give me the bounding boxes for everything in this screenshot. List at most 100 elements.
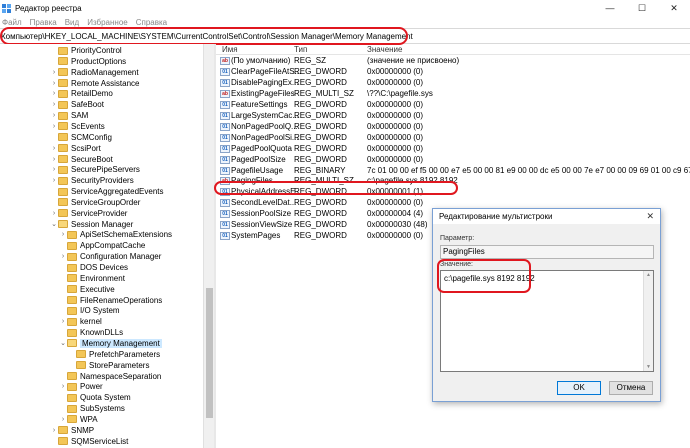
expand-chevron-icon[interactable]: › — [50, 427, 58, 434]
value-row[interactable]: ab ExistingPageFiles REG_MULTI_SZ \??\C:\pa… — [216, 89, 690, 100]
value-row[interactable]: ab (По умолчанию) REG_SZ (значение не присв… — [216, 56, 690, 67]
tree-item[interactable]: DOS Devices — [59, 262, 128, 273]
tree-item[interactable]: › ScEvents — [50, 121, 105, 132]
value-text[interactable]: c:\pagefile.sys 8192 8192 — [444, 274, 535, 283]
menu-edit[interactable]: Правка — [30, 18, 57, 27]
expand-chevron-icon[interactable]: › — [59, 416, 67, 423]
expand-chevron-icon[interactable]: › — [50, 90, 58, 97]
value-row[interactable]: 01 NonPagedPoolQ... REG_DWORD 0x00000000 (0… — [216, 122, 690, 133]
registry-tree[interactable]: PriorityControl ProductOptions › RadioManag… — [0, 44, 215, 448]
tree-item-label: SAM — [71, 111, 89, 121]
tree-scrollbar[interactable] — [203, 44, 214, 448]
tree-item[interactable]: › Configuration Manager — [59, 251, 162, 262]
tree-item[interactable]: ServiceGroupOrder — [50, 197, 140, 208]
value-row[interactable]: ab PagingFiles REG_MULTI_SZ c:\pagefile.sys… — [216, 176, 690, 187]
tree-item[interactable]: ProductOptions — [50, 56, 126, 67]
expand-chevron-icon[interactable]: ⌄ — [59, 339, 67, 347]
expand-chevron-icon[interactable]: › — [50, 123, 58, 130]
tree-item[interactable]: › ServiceProvider — [50, 208, 128, 219]
value-row[interactable]: 01 PagedPoolQuota REG_DWORD 0x00000000 (0) — [216, 144, 690, 155]
expand-chevron-icon[interactable]: › — [59, 231, 67, 238]
expand-chevron-icon[interactable]: › — [50, 145, 58, 152]
scroll-up-icon[interactable]: ▲ — [646, 272, 651, 278]
tree-item[interactable]: StoreParameters — [68, 360, 149, 371]
value-row[interactable]: 01 FeatureSettings REG_DWORD 0x00000000 (0) — [216, 100, 690, 111]
menu-file[interactable]: Файл — [2, 18, 22, 27]
expand-chevron-icon[interactable]: › — [50, 101, 58, 108]
tree-item[interactable]: SQMServiceList — [50, 436, 128, 447]
dialog-titlebar: Редактирование мультистроки ✕ — [433, 209, 660, 224]
value-type: REG_DWORD — [294, 66, 347, 76]
expand-chevron-icon[interactable]: › — [50, 210, 58, 217]
expand-chevron-icon[interactable]: › — [50, 156, 58, 163]
tree-item[interactable]: › RadioManagement — [50, 67, 139, 78]
tree-item[interactable]: › SecureBoot — [50, 154, 113, 165]
tree-item[interactable]: Quota System — [59, 392, 131, 403]
tree-item[interactable]: › WPA — [59, 414, 98, 425]
tree-item[interactable]: Environment — [59, 273, 125, 284]
tree-item-label: Configuration Manager — [80, 252, 162, 262]
maximize-button[interactable]: ☐ — [626, 0, 658, 16]
tree-item[interactable]: › SecurityProviders — [50, 175, 134, 186]
tree-item[interactable]: ⌄ Memory Management — [59, 338, 162, 349]
expand-chevron-icon[interactable]: › — [59, 383, 67, 390]
expand-chevron-icon[interactable]: ⌄ — [50, 220, 58, 228]
tree-item[interactable]: KnownDLLs — [59, 327, 123, 338]
tree-item[interactable]: › SecurePipeServers — [50, 164, 140, 175]
menu-favorites[interactable]: Избранное — [87, 18, 128, 27]
tree-item[interactable]: › ApiSetSchemaExtensions — [59, 229, 172, 240]
ok-button[interactable]: OK — [557, 381, 601, 395]
address-path[interactable]: Компьютер\HKEY_LOCAL_MACHINE\SYSTEM\Curr… — [0, 32, 413, 41]
dialog-close-icon[interactable]: ✕ — [646, 211, 654, 222]
column-data-header[interactable]: Значение — [367, 45, 402, 54]
value-row[interactable]: 01 ClearPageFileAtS... REG_DWORD 0x00000000… — [216, 67, 690, 78]
tree-item[interactable]: PrefetchParameters — [68, 349, 160, 360]
minimize-button[interactable]: — — [594, 0, 626, 16]
tree-item[interactable]: AppCompatCache — [59, 240, 145, 251]
expand-chevron-icon[interactable]: › — [59, 318, 67, 325]
column-name-header[interactable]: Имя — [222, 45, 238, 54]
value-row[interactable]: 01 NonPagedPoolSi... REG_DWORD 0x00000000 (… — [216, 133, 690, 144]
expand-chevron-icon[interactable]: › — [50, 112, 58, 119]
tree-item[interactable]: I/O System — [59, 305, 120, 316]
tree-item[interactable]: ServiceAggregatedEvents — [50, 186, 164, 197]
expand-chevron-icon[interactable]: › — [50, 177, 58, 184]
tree-item[interactable]: SCMConfig — [50, 132, 112, 143]
value-data: 0x00000000 (0) — [367, 231, 424, 241]
scroll-down-icon[interactable]: ▼ — [646, 364, 651, 370]
tree-item[interactable]: PriorityControl — [50, 45, 122, 56]
folder-icon — [67, 372, 77, 380]
expand-chevron-icon[interactable]: › — [50, 80, 58, 87]
expand-chevron-icon[interactable]: › — [50, 166, 58, 173]
tree-item[interactable]: › SAM — [50, 110, 89, 121]
tree-item[interactable]: NamespaceSeparation — [59, 371, 161, 382]
value-row[interactable]: 01 DisablePagingEx... REG_DWORD 0x00000000 … — [216, 78, 690, 89]
tree-item[interactable]: › ScsiPort — [50, 143, 101, 154]
tree-item[interactable]: FileRenameOperations — [59, 295, 162, 306]
tree-item[interactable]: › SafeBoot — [50, 99, 104, 110]
close-button[interactable]: ✕ — [658, 0, 690, 16]
value-textarea-scrollbar[interactable]: ▲ ▼ — [643, 271, 653, 371]
tree-scrollbar-thumb[interactable] — [206, 288, 213, 418]
value-textarea[interactable]: c:\pagefile.sys 8192 8192 ▲ ▼ — [440, 270, 654, 372]
tree-item[interactable]: › kernel — [59, 316, 102, 327]
value-row[interactable]: 01 LargeSystemCac... REG_DWORD 0x00000000 (… — [216, 111, 690, 122]
cancel-button[interactable]: Отмена — [609, 381, 653, 395]
tree-item[interactable]: ⌄ Session Manager — [50, 219, 133, 230]
value-row[interactable]: 01 PagefileUsage REG_BINARY 7c 01 00 00 ef … — [216, 166, 690, 177]
tree-item[interactable]: › Power — [59, 381, 103, 392]
tree-item[interactable]: Executive — [59, 284, 115, 295]
tree-item[interactable]: › Remote Assistance — [50, 78, 140, 89]
registry-editor-icon — [2, 3, 11, 13]
tree-item[interactable]: › RetailDemo — [50, 88, 113, 99]
menu-view[interactable]: Вид — [65, 18, 79, 27]
address-bar[interactable]: Компьютер\HKEY_LOCAL_MACHINE\SYSTEM\Curr… — [0, 28, 690, 44]
tree-item[interactable]: › SNMP — [50, 425, 94, 436]
expand-chevron-icon[interactable]: › — [50, 69, 58, 76]
value-row[interactable]: 01 PagedPoolSize REG_DWORD 0x00000000 (0) — [216, 155, 690, 166]
expand-chevron-icon[interactable]: › — [59, 253, 67, 260]
column-type-header[interactable]: Тип — [294, 45, 307, 54]
value-row[interactable]: 01 PhysicalAddressE... REG_DWORD 0x00000001… — [216, 187, 690, 198]
menu-help[interactable]: Справка — [136, 18, 167, 27]
tree-item[interactable]: SubSystems — [59, 403, 125, 414]
